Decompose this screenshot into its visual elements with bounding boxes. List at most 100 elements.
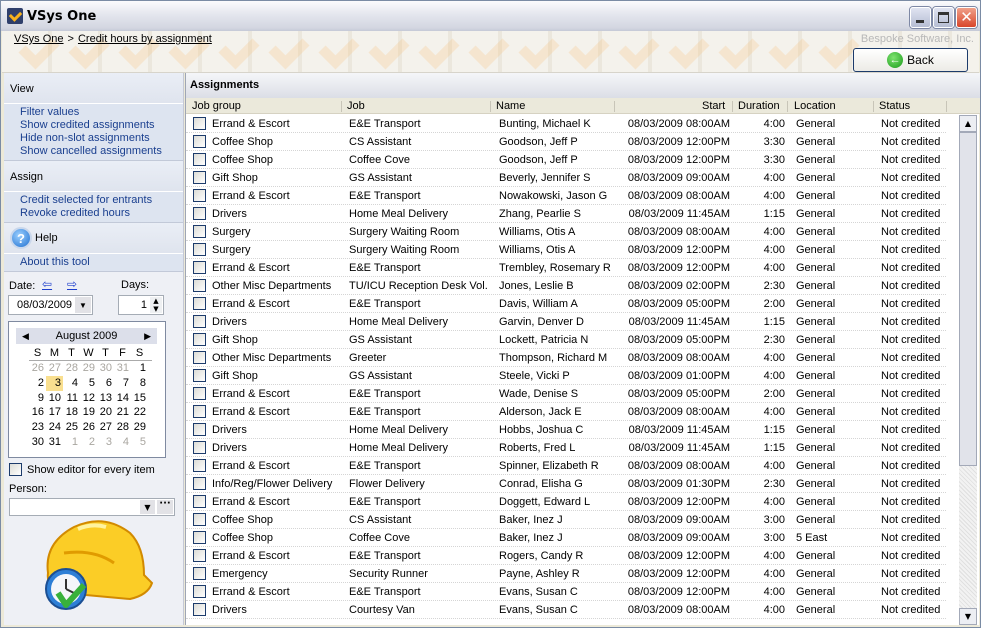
table-row[interactable]: Gift Shop GS Assistant Steele, Vicki P 08/0…	[186, 367, 946, 385]
row-checkbox[interactable]	[193, 207, 206, 220]
calendar-day[interactable]: 2	[29, 376, 46, 391]
table-row[interactable]: Errand & Escort E&E Transport Doggett, Edw…	[186, 493, 946, 511]
table-row[interactable]: Errand & Escort E&E Transport Rogers, Cand…	[186, 547, 946, 565]
calendar-day[interactable]: 28	[114, 420, 131, 435]
table-row[interactable]: Drivers Home Meal Delivery Roberts, Fred L…	[186, 439, 946, 457]
revoke-credited-link[interactable]: Revoke credited hours	[20, 207, 183, 220]
table-row[interactable]: Drivers Home Meal Delivery Garvin, Denver …	[186, 313, 946, 331]
calendar-day[interactable]: 9	[29, 391, 46, 406]
row-checkbox[interactable]	[193, 135, 206, 148]
table-row[interactable]: Errand & Escort E&E Transport Davis, Willi…	[186, 295, 946, 313]
calendar-day[interactable]: 7	[114, 376, 131, 391]
column-divider[interactable]	[946, 101, 947, 112]
row-checkbox[interactable]	[193, 477, 206, 490]
scroll-down-icon[interactable]: ▼	[959, 608, 977, 625]
row-checkbox[interactable]	[193, 405, 206, 418]
row-checkbox[interactable]	[193, 153, 206, 166]
show-editor-checkbox[interactable]	[9, 463, 22, 476]
table-row[interactable]: Errand & Escort E&E Transport Bunting, Mic…	[186, 115, 946, 133]
column-header-location[interactable]: Location	[794, 100, 836, 112]
table-row[interactable]: Surgery Surgery Waiting Room Williams, Oti…	[186, 223, 946, 241]
table-row[interactable]: Errand & Escort E&E Transport Alderson, Ja…	[186, 403, 946, 421]
calendar-day[interactable]: 14	[114, 391, 131, 406]
table-row[interactable]: Drivers Home Meal Delivery Zhang, Pearlie …	[186, 205, 946, 223]
column-header-start[interactable]: Start	[702, 100, 725, 112]
row-checkbox[interactable]	[193, 423, 206, 436]
column-header-job[interactable]: Job	[347, 100, 365, 112]
row-checkbox[interactable]	[193, 171, 206, 184]
table-row[interactable]: Other Misc Departments TU/ICU Reception D…	[186, 277, 946, 295]
row-checkbox[interactable]	[193, 333, 206, 346]
previous-month-icon[interactable]: ◀	[22, 328, 29, 344]
calendar-day[interactable]: 12	[80, 391, 97, 406]
column-divider[interactable]	[873, 101, 874, 112]
table-row[interactable]: Errand & Escort E&E Transport Spinner, Eli…	[186, 457, 946, 475]
table-row[interactable]: Errand & Escort E&E Transport Evans, Susan…	[186, 583, 946, 601]
column-header-duration[interactable]: Duration	[738, 100, 780, 112]
column-header-name[interactable]: Name	[496, 100, 525, 112]
calendar-day[interactable]: 29	[80, 361, 97, 376]
calendar-day[interactable]: 26	[29, 361, 46, 376]
close-button[interactable]: ✕	[956, 7, 977, 28]
row-checkbox[interactable]	[193, 243, 206, 256]
row-checkbox[interactable]	[193, 117, 206, 130]
calendar-day[interactable]: 4	[63, 376, 80, 391]
calendar-day[interactable]: 21	[114, 405, 131, 420]
more-options-button[interactable]: ···	[157, 499, 173, 514]
row-checkbox[interactable]	[193, 225, 206, 238]
table-row[interactable]: Errand & Escort E&E Transport Wade, Denise…	[186, 385, 946, 403]
row-checkbox[interactable]	[193, 603, 206, 616]
table-row[interactable]: Gift Shop GS Assistant Beverly, Jennifer S…	[186, 169, 946, 187]
calendar-day[interactable]: 1	[131, 361, 148, 376]
calendar-day[interactable]: 19	[80, 405, 97, 420]
calendar-day[interactable]: 22	[131, 405, 148, 420]
calendar-day[interactable]: 26	[80, 420, 97, 435]
table-row[interactable]: Emergency Security Runner Payne, Ashley R 0…	[186, 565, 946, 583]
chevron-down-icon[interactable]: ▼	[75, 297, 91, 313]
row-checkbox[interactable]	[193, 531, 206, 544]
calendar-day[interactable]: 25	[63, 420, 80, 435]
next-month-icon[interactable]: ▶	[144, 328, 151, 344]
calendar-day[interactable]: 28	[63, 361, 80, 376]
table-row[interactable]: Errand & Escort E&E Transport Trembley, Ro…	[186, 259, 946, 277]
calendar-day[interactable]: 29	[131, 420, 148, 435]
previous-date-arrow-icon[interactable]: ⇦	[42, 277, 52, 291]
calendar-day[interactable]: 5	[131, 435, 148, 450]
minimize-button[interactable]	[910, 7, 931, 28]
table-row[interactable]: Coffee Shop Coffee Cove Baker, Inez J 08/03…	[186, 529, 946, 547]
row-checkbox[interactable]	[193, 441, 206, 454]
calendar-day[interactable]: 18	[63, 405, 80, 420]
table-row[interactable]: Surgery Surgery Waiting Room Williams, Oti…	[186, 241, 946, 259]
calendar-day[interactable]: 2	[80, 435, 97, 450]
row-checkbox[interactable]	[193, 315, 206, 328]
column-divider[interactable]	[732, 101, 733, 112]
row-checkbox[interactable]	[193, 279, 206, 292]
table-row[interactable]: Gift Shop GS Assistant Lockett, Patricia N…	[186, 331, 946, 349]
title-bar[interactable]: VSys One ✕	[1, 1, 980, 31]
calendar-day[interactable]: 30	[29, 435, 46, 450]
next-date-arrow-icon[interactable]: ⇨	[67, 277, 77, 291]
calendar-day[interactable]: 30	[97, 361, 114, 376]
row-checkbox[interactable]	[193, 567, 206, 580]
calendar-day[interactable]: 17	[46, 405, 63, 420]
days-stepper[interactable]: 1 ▲ ▼	[118, 295, 164, 315]
calendar-day[interactable]: 23	[29, 420, 46, 435]
credit-selected-link[interactable]: Credit selected for entrants	[20, 194, 183, 207]
calendar-day[interactable]: 6	[97, 376, 114, 391]
column-header-status[interactable]: Status	[879, 100, 910, 112]
table-row[interactable]: Coffee Shop Coffee Cove Goodson, Jeff P 08/…	[186, 151, 946, 169]
show-editor-option[interactable]: Show editor for every item	[9, 463, 155, 476]
breadcrumb-home-link[interactable]: VSys One	[14, 33, 64, 45]
row-checkbox[interactable]	[193, 387, 206, 400]
table-row[interactable]: Info/Reg/Flower Delivery Flower Delivery C…	[186, 475, 946, 493]
calendar-day[interactable]: 13	[97, 391, 114, 406]
table-row[interactable]: Errand & Escort E&E Transport Nowakowski, …	[186, 187, 946, 205]
column-divider[interactable]	[341, 101, 342, 112]
filter-values-link[interactable]: Filter values	[20, 106, 183, 119]
row-checkbox[interactable]	[193, 513, 206, 526]
hide-non-slot-link[interactable]: Hide non-slot assignments	[20, 132, 183, 145]
calendar-day[interactable]: 31	[114, 361, 131, 376]
row-checkbox[interactable]	[193, 459, 206, 472]
calendar-day-selected[interactable]: 3	[46, 375, 63, 391]
row-checkbox[interactable]	[193, 549, 206, 562]
